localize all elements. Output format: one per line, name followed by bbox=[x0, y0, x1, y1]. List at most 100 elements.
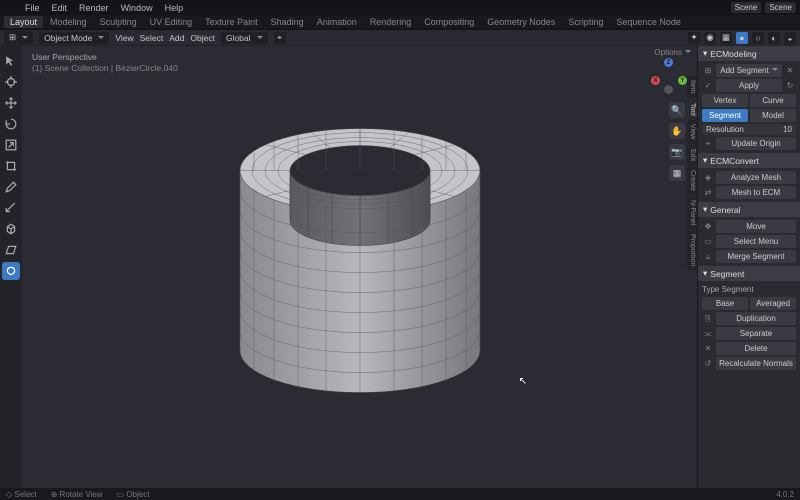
segment-btn[interactable]: Segment bbox=[702, 109, 748, 122]
mesh-object[interactable] bbox=[220, 101, 500, 423]
tool-rotate[interactable] bbox=[2, 115, 20, 133]
recalc-normals-button[interactable]: Recalculate Normals bbox=[716, 357, 796, 370]
object-path-label: (1) Scene Collection | BézierCircle.040 bbox=[32, 63, 178, 74]
ws-uvediting[interactable]: UV Editing bbox=[144, 16, 199, 28]
tool-transform[interactable] bbox=[2, 157, 20, 175]
hdr-select[interactable]: Select bbox=[140, 33, 164, 43]
shading-solid-icon[interactable]: ● bbox=[736, 32, 748, 44]
shading-material-icon[interactable]: ◐ bbox=[768, 32, 780, 44]
persp-icon[interactable]: ▦ bbox=[669, 165, 685, 181]
blender-icon bbox=[4, 3, 14, 13]
tool-custom-active[interactable] bbox=[2, 262, 20, 280]
panel-ecmodeling-header[interactable]: ▾ ECModeling bbox=[698, 46, 800, 61]
tab-create[interactable]: Create bbox=[687, 166, 697, 195]
analyze-mesh-button[interactable]: Analyze Mesh bbox=[716, 171, 796, 184]
status-rotate: ⊕ Rotate View bbox=[51, 490, 103, 499]
resolution-field[interactable]: Resolution10 bbox=[702, 124, 796, 135]
gizmo-y[interactable]: Y bbox=[678, 76, 687, 85]
menu-edit[interactable]: Edit bbox=[47, 2, 73, 14]
tab-view[interactable]: View bbox=[687, 120, 697, 143]
averaged-btn[interactable]: Averaged bbox=[750, 297, 796, 310]
hdr-view[interactable]: View bbox=[115, 33, 133, 43]
hdr-add[interactable]: Add bbox=[169, 33, 184, 43]
workspace-tabs: Layout Modeling Sculpting UV Editing Tex… bbox=[0, 15, 800, 30]
menu-file[interactable]: File bbox=[20, 2, 45, 14]
vertex-btn[interactable]: Vertex bbox=[702, 94, 748, 107]
orientation-dropdown[interactable]: Global bbox=[221, 32, 268, 44]
merge-segment-button[interactable]: Merge Segment bbox=[716, 250, 796, 263]
tool-cursor[interactable] bbox=[2, 73, 20, 91]
shading-rendered-icon[interactable]: ◒ bbox=[784, 32, 796, 44]
editor-type-icon[interactable]: ⊞ bbox=[4, 31, 33, 44]
recalc-icon: ↺ bbox=[702, 358, 714, 370]
reload-icon[interactable]: ↻ bbox=[784, 80, 796, 92]
tool-addcube[interactable] bbox=[2, 220, 20, 238]
x-icon[interactable]: ✕ bbox=[784, 65, 796, 77]
panel-segment-header[interactable]: ▾ Segment bbox=[698, 266, 800, 281]
ws-sculpting[interactable]: Sculpting bbox=[94, 16, 143, 28]
ws-sequence[interactable]: Sequence Node bbox=[610, 16, 687, 28]
panel-ecmconvert-header[interactable]: ▾ ECMConvert bbox=[698, 153, 800, 168]
tab-edit[interactable]: Edit bbox=[687, 145, 697, 165]
ws-geonodes[interactable]: Geometry Nodes bbox=[481, 16, 561, 28]
ws-compositing[interactable]: Compositing bbox=[418, 16, 480, 28]
ws-scripting[interactable]: Scripting bbox=[562, 16, 609, 28]
scene-selector[interactable]: Scene bbox=[731, 2, 762, 13]
apply-button[interactable]: Apply bbox=[716, 79, 782, 92]
nav-gizmo[interactable]: X Y Z bbox=[651, 58, 687, 94]
check-icon: ✓ bbox=[702, 80, 714, 92]
ws-texpaint[interactable]: Texture Paint bbox=[199, 16, 264, 28]
update-origin-button[interactable]: Update Origin bbox=[716, 137, 796, 150]
tool-select-box[interactable] bbox=[2, 52, 20, 70]
delete-button[interactable]: Delete bbox=[716, 342, 796, 355]
tool-shear[interactable] bbox=[2, 241, 20, 259]
shading-wire-icon[interactable]: ○ bbox=[752, 32, 764, 44]
viewport-side-icons: 🔍 ✋ 📷 ▦ bbox=[669, 102, 685, 181]
viewlayer-selector[interactable]: Scene bbox=[765, 2, 796, 13]
model-btn[interactable]: Model bbox=[750, 109, 796, 122]
add-segment-dropdown[interactable]: Add Segment bbox=[716, 64, 782, 77]
tool-annotate[interactable] bbox=[2, 178, 20, 196]
menu-help[interactable]: Help bbox=[160, 2, 189, 14]
separate-button[interactable]: Separate bbox=[716, 327, 796, 340]
curve-btn[interactable]: Curve bbox=[750, 94, 796, 107]
tool-move[interactable] bbox=[2, 94, 20, 112]
move-icon: ✥ bbox=[702, 221, 714, 233]
duplication-button[interactable]: Duplication bbox=[716, 312, 796, 325]
gizmo-neg[interactable] bbox=[664, 85, 673, 94]
pan-icon[interactable]: ✋ bbox=[669, 123, 685, 139]
gizmo-toggle-icon[interactable]: ✦ bbox=[688, 32, 700, 44]
tab-item[interactable]: Item bbox=[687, 76, 697, 98]
left-toolbar bbox=[0, 46, 22, 490]
tab-tool[interactable]: Tool bbox=[687, 99, 697, 120]
3d-viewport[interactable]: Options User Perspective (1) Scene Colle… bbox=[22, 46, 697, 490]
zoom-icon[interactable]: 🔍 bbox=[669, 102, 685, 118]
snap-icon[interactable]: ⌖ bbox=[274, 32, 286, 44]
tab-proportion[interactable]: Proportion bbox=[687, 230, 697, 270]
menu-window[interactable]: Window bbox=[116, 2, 158, 14]
menu-render[interactable]: Render bbox=[74, 2, 114, 14]
panel-general-header[interactable]: ▾ General bbox=[698, 202, 800, 217]
select-menu-button[interactable]: Select Menu bbox=[716, 235, 796, 248]
ws-modeling[interactable]: Modeling bbox=[44, 16, 93, 28]
analyze-icon: ◈ bbox=[702, 172, 714, 184]
gizmo-x[interactable]: X bbox=[651, 76, 660, 85]
gizmo-z[interactable]: Z bbox=[664, 58, 673, 67]
overlay-toggle-icon[interactable]: ◉ bbox=[704, 32, 716, 44]
merge-icon: ⫝ bbox=[702, 251, 714, 263]
ws-layout[interactable]: Layout bbox=[4, 16, 43, 28]
convert-icon: ⇄ bbox=[702, 187, 714, 199]
base-btn[interactable]: Base bbox=[702, 297, 748, 310]
mesh-to-ecm-button[interactable]: Mesh to ECM bbox=[716, 186, 796, 199]
xray-icon[interactable]: ▦ bbox=[720, 32, 732, 44]
ws-rendering[interactable]: Rendering bbox=[364, 16, 418, 28]
mode-dropdown[interactable]: Object Mode bbox=[39, 32, 109, 44]
tool-scale[interactable] bbox=[2, 136, 20, 154]
tab-npanel[interactable]: N-Panel bbox=[687, 196, 697, 229]
camera-icon[interactable]: 📷 bbox=[669, 144, 685, 160]
tool-measure[interactable] bbox=[2, 199, 20, 217]
hdr-object[interactable]: Object bbox=[190, 33, 215, 43]
ws-animation[interactable]: Animation bbox=[311, 16, 363, 28]
ws-shading[interactable]: Shading bbox=[265, 16, 310, 28]
move-button[interactable]: Move bbox=[716, 220, 796, 233]
